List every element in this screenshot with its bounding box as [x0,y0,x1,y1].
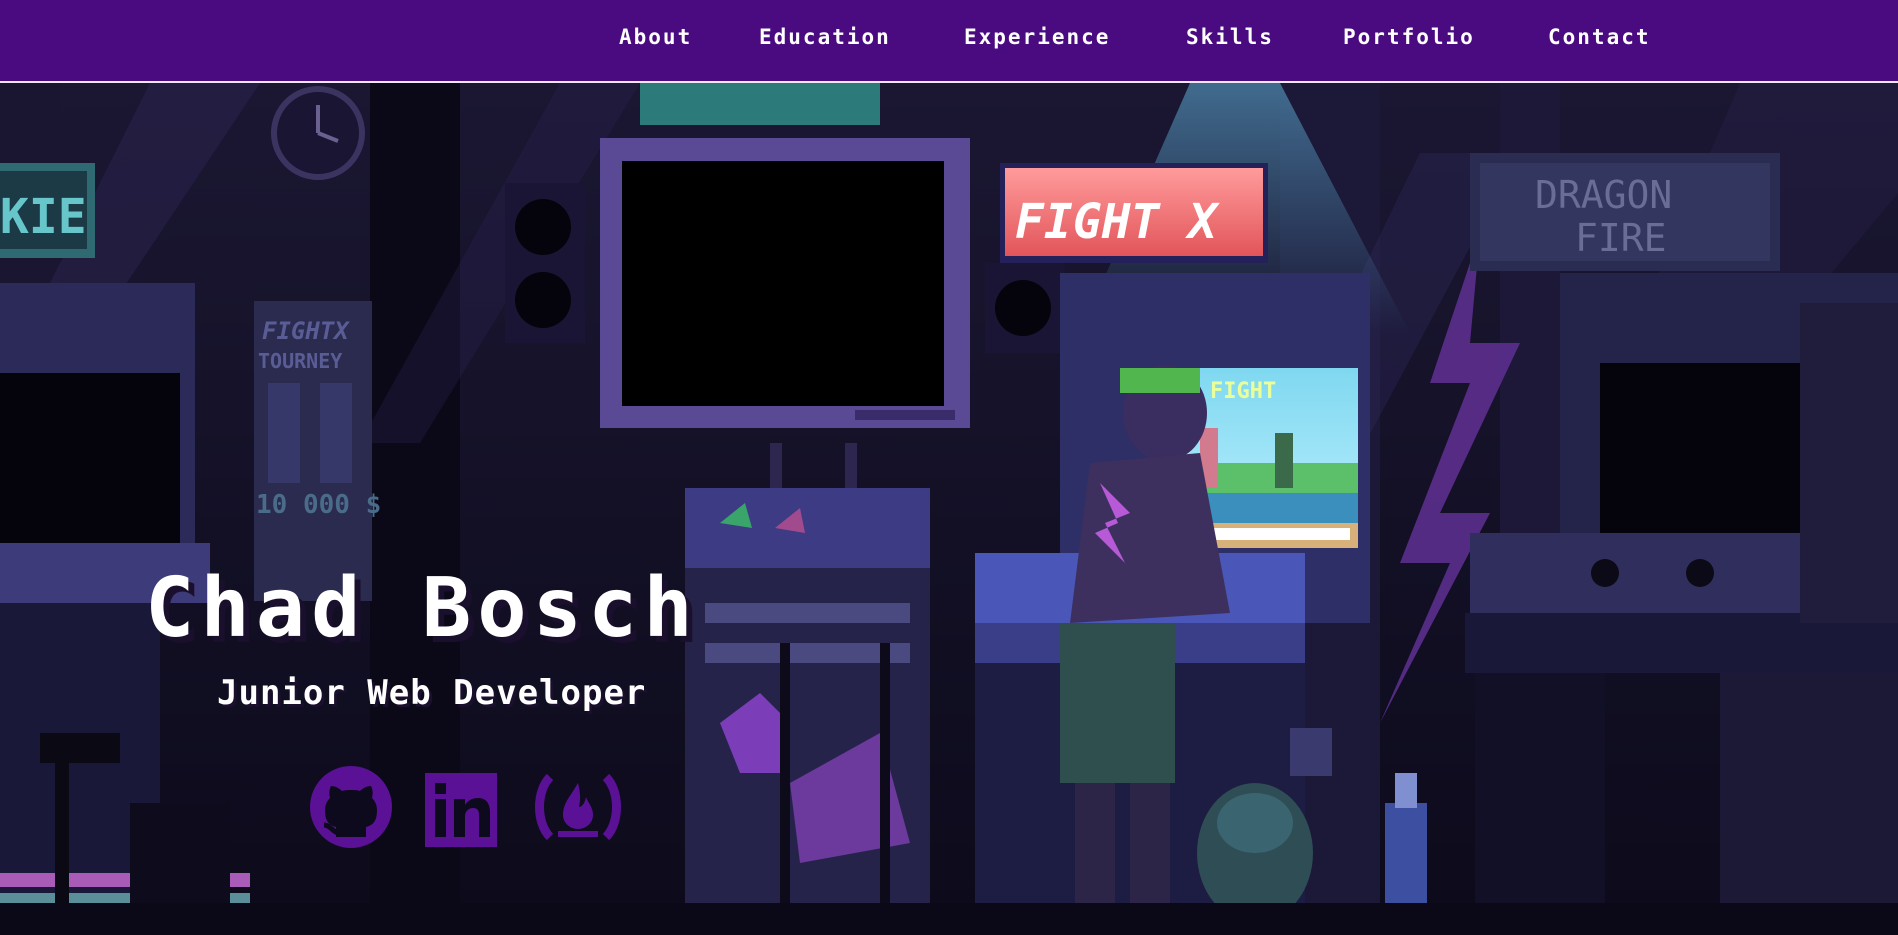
nav-link-skills[interactable]: Skills [1186,25,1274,51]
github-icon [310,766,392,848]
svg-text:FIRE: FIRE [1575,216,1667,260]
arcade-background-illustration: KIE FIGHTX TOURNEY 10 000 $ FIGHT X FIGH… [0,83,1898,935]
top-navbar: About Education Experience Skills Portfo… [0,0,1898,83]
svg-text:FIGHT X: FIGHT X [1015,194,1220,250]
svg-text:10 000 $: 10 000 $ [256,490,381,520]
freecodecamp-icon [535,773,621,841]
nav-link-portfolio[interactable]: Portfolio [1343,25,1475,51]
freecodecamp-link[interactable] [530,763,626,851]
svg-text:TOURNEY: TOURNEY [258,349,342,373]
hero-name: Chad Bosch [145,561,699,656]
github-link[interactable] [308,763,394,851]
svg-text:FIGHT: FIGHT [1210,379,1276,404]
linkedin-link[interactable] [423,763,499,851]
hero-job-title: Junior Web Developer [217,673,647,713]
svg-text:KIE: KIE [0,189,87,245]
nav-list: About Education Experience Skills Portfo… [0,0,1898,80]
svg-text:DRAGON: DRAGON [1535,173,1672,217]
nav-link-about[interactable]: About [619,25,692,51]
svg-text:FIGHTX: FIGHTX [262,317,350,345]
nav-link-experience[interactable]: Experience [964,25,1110,51]
nav-link-contact[interactable]: Contact [1548,25,1651,51]
hero-section: KIE FIGHTX TOURNEY 10 000 $ FIGHT X FIGH… [0,83,1898,935]
linkedin-icon [425,773,497,847]
nav-link-education[interactable]: Education [759,25,891,51]
